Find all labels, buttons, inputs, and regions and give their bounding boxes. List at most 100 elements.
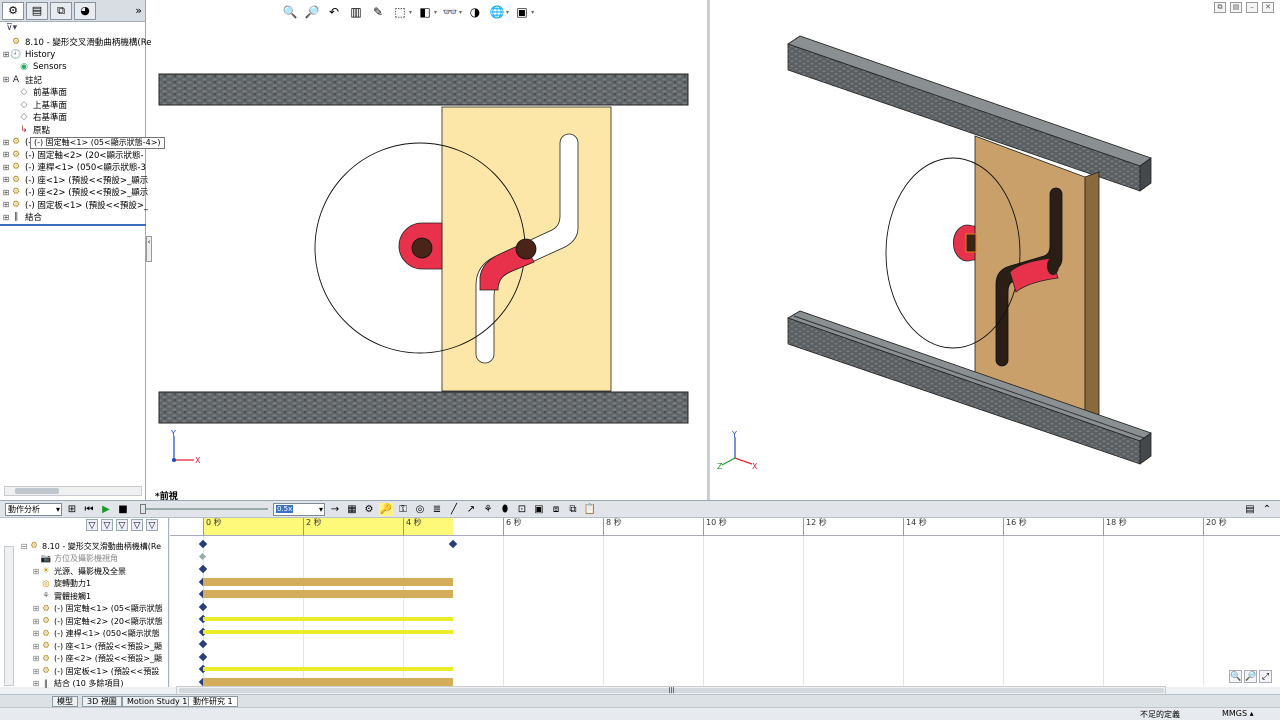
timeline-key-point[interactable] <box>198 652 208 661</box>
expand-toggle-icon[interactable]: ⊞ <box>2 150 10 159</box>
feature-tree-item[interactable]: ◇ 上基準面 <box>10 99 67 111</box>
feature-tree-item[interactable]: ⊞ A 註記 <box>2 74 42 86</box>
calculate-icon[interactable]: ⊞ <box>65 503 79 516</box>
add-key-icon[interactable]: ⚿ <box>396 503 410 516</box>
expand-toggle-icon[interactable]: ⊞ <box>32 679 40 688</box>
zoom-area-icon[interactable]: 🔎 <box>304 4 320 20</box>
filter-animated-icon[interactable]: ▽ <box>86 519 98 531</box>
view-orientation-icon[interactable]: ⬚ <box>392 4 408 20</box>
timeline-key-point[interactable] <box>198 552 207 560</box>
expand-toggle-icon[interactable]: ⊞ <box>32 604 40 613</box>
play-icon[interactable]: ▶ <box>99 503 113 516</box>
motion-tree-item[interactable]: ⊟ ⚙ 8.10 - 變形交叉滑動曲柄機構(Re <box>20 540 161 552</box>
motion-timeline[interactable]: 0 秒2 秒4 秒6 秒8 秒 10 秒 12 秒 14 秒 16 秒 18 秒 20 秒 … <box>170 518 1280 695</box>
previous-view-icon[interactable]: ↶ <box>326 4 342 20</box>
scroll-thumb[interactable] <box>15 488 59 494</box>
apply-scene-icon[interactable]: 🌐 <box>489 4 505 20</box>
expand-toggle-icon[interactable]: ⊞ <box>2 138 10 147</box>
collapse-icon[interactable]: ⧈ <box>549 503 563 516</box>
expand-toggle-icon[interactable]: ⊞ <box>2 175 10 184</box>
graphics-viewport-front[interactable]: Y X *前視 <box>152 0 707 502</box>
expand-toggle-icon[interactable]: ⊞ <box>2 200 10 209</box>
motion-tree-item[interactable]: ⚘ 實體接觸1 <box>32 590 91 602</box>
zoom-in-icon[interactable]: 🔍 <box>1229 670 1242 683</box>
zoom-fit-timeline-icon[interactable]: ⤢ <box>1259 670 1272 683</box>
force-icon[interactable]: ↗ <box>464 503 478 516</box>
autokey-icon[interactable]: 🔑 <box>379 502 393 516</box>
motor-icon[interactable]: ◎ <box>413 503 427 516</box>
motion-tree-item[interactable]: ⊞ ⚙ (-) 座<2> (預設<<預設>_顯 <box>32 653 162 665</box>
dynamic-annotation-icon[interactable]: ✎ <box>370 4 386 20</box>
scroll-thumb[interactable]: ||| <box>179 688 1164 694</box>
timeline-key-point[interactable] <box>198 539 208 549</box>
display-style-icon[interactable]: ◧ <box>417 4 433 20</box>
motion-tree-item[interactable]: ⊞ ∥ 結合 (10 多餘項目) <box>32 678 124 690</box>
motion-tree-item[interactable]: ⊞ ⚙ (-) 座<1> (預設<<預設>_顯 <box>32 640 162 652</box>
expand-toggle-icon[interactable]: ⊞ <box>32 642 40 651</box>
motion-tree-item[interactable]: ⊞ ☀ 光源、攝影機及全景 <box>32 565 126 577</box>
motion-tree-item[interactable]: ◎ 旋轉動力1 <box>32 578 91 590</box>
display-tab-icon[interactable]: ◕ <box>74 1 96 20</box>
pane-collapse-icon[interactable]: ⌃ <box>1260 503 1274 516</box>
feature-tree-item[interactable]: ⊞ ⚙ (-) 固定軸<2> (20<顯示狀態- <box>2 149 144 161</box>
expand-toggle-icon[interactable]: ⊞ <box>2 188 10 197</box>
viewport-restore-icon[interactable]: ⧉ <box>1214 2 1226 13</box>
edit-appearance-icon[interactable]: ◑ <box>467 4 483 20</box>
timeline-change-bar[interactable] <box>203 629 453 634</box>
stop-icon[interactable]: ■ <box>116 503 130 516</box>
expand-toggle-icon[interactable]: ⊞ <box>2 163 10 172</box>
featuremanager-tab-icon[interactable]: ⚙ <box>2 1 24 20</box>
property-tab-icon[interactable]: ▤ <box>26 1 48 20</box>
tab-2[interactable]: Motion Study 1 <box>122 696 193 707</box>
zoom-out-icon[interactable]: 🔎 <box>1244 670 1257 683</box>
feature-tree-item[interactable]: ⊞ ⚙ (-) 座<2> (預設<<預設>_顯示 <box>2 186 149 198</box>
motion-tree-item[interactable]: 📷 方位及攝影機視角 <box>32 553 118 565</box>
damper-icon[interactable]: ╱ <box>447 503 461 516</box>
zoom-fit-icon[interactable]: 🔍 <box>282 4 298 20</box>
viewport-close-icon[interactable]: ✕ <box>1262 2 1274 13</box>
expand-toggle-icon[interactable]: ⊞ <box>32 667 40 676</box>
timeline-change-bar[interactable] <box>203 667 453 671</box>
expand-toggle-icon[interactable]: ⊞ <box>32 654 40 663</box>
feature-tree-item[interactable]: ⊞ ⚙ (-) 連桿<1> (050<顯示狀態-3 <box>2 161 146 173</box>
copy-icon[interactable]: ⧉ <box>566 503 580 516</box>
feature-tree-item[interactable]: ⊞ ∥ 結合 <box>2 211 42 223</box>
timeline-change-bar[interactable] <box>203 677 453 686</box>
filter-driving-icon[interactable]: ▽ <box>101 519 113 531</box>
feature-tree-item[interactable]: ◉ Sensors <box>10 61 67 73</box>
filter-all-icon[interactable]: ▽ <box>146 519 158 531</box>
spring-icon[interactable]: ≣ <box>430 503 444 516</box>
tab-0[interactable]: 模型 <box>52 696 78 707</box>
feature-tree-item[interactable]: ◇ 前基準面 <box>10 86 67 98</box>
playback-slider[interactable] <box>140 504 268 514</box>
timeline-key-point[interactable] <box>198 564 208 574</box>
play-from-start-icon[interactable]: ⏮ <box>82 503 96 516</box>
feature-tree-item[interactable]: ⊞ ⚙ (-) 座<1> (預設<<預設>_顯示 <box>2 174 149 186</box>
motion-tree-item[interactable]: ⊞ ⚙ (-) 固定板<1> (預設<<預設 <box>32 665 160 677</box>
playback-speed-dropdown[interactable]: 0.5x <box>273 502 325 516</box>
motion-tree-scrollbar[interactable] <box>4 546 14 686</box>
filter-selected-icon[interactable]: ▽ <box>116 519 128 531</box>
contact-icon[interactable]: ⚘ <box>481 503 495 516</box>
viewport-tile-icon[interactable]: ▤ <box>1230 2 1242 13</box>
hide-show-icon[interactable]: 👓 <box>442 4 458 20</box>
expand-toggle-icon[interactable]: ⊞ <box>32 629 40 638</box>
expand-toggle-icon[interactable]: ⊞ <box>32 567 40 576</box>
feature-tree-item[interactable]: ⊞ ⚙ (-) 固定板<1> (預設<<預設>_ <box>2 199 149 211</box>
paste-icon[interactable]: 📋 <box>583 503 597 516</box>
unit-system[interactable]: MMGS ▴ <box>1222 709 1254 718</box>
feature-tree-scrollbar[interactable] <box>4 486 142 496</box>
section-view-icon[interactable]: ▥ <box>348 4 364 20</box>
gravity-icon[interactable]: ⬮ <box>498 503 512 516</box>
filter-results-icon[interactable]: ▽ <box>131 519 143 531</box>
expand-toggle-icon[interactable]: ⊞ <box>32 617 40 626</box>
motion-tree-item[interactable]: ⊞ ⚙ (-) 固定軸<2> (20<顯示狀態 <box>32 615 163 627</box>
expand-toggle-icon[interactable]: ⊞ <box>2 50 10 59</box>
graphics-viewport-isometric[interactable]: Y X Z ⧉ ▤ – ✕ <box>710 0 1280 500</box>
study-type-dropdown[interactable]: 動作分析 <box>5 502 62 516</box>
feature-tree-item[interactable]: ◇ 右基準面 <box>10 111 67 123</box>
expand-toggle-icon[interactable]: ⊞ <box>2 213 10 222</box>
feature-tree-item[interactable]: ⚙ 8.10 - 變形交叉滑動曲柄機構(Rec <box>2 36 156 48</box>
timeline-ruler[interactable]: 0 秒 2 秒 4 秒 6 秒 8 秒 10 秒 12 秒 14 秒 16 秒 18 秒 20 秒 <box>170 518 1280 536</box>
timeline-change-bar[interactable] <box>203 590 453 598</box>
